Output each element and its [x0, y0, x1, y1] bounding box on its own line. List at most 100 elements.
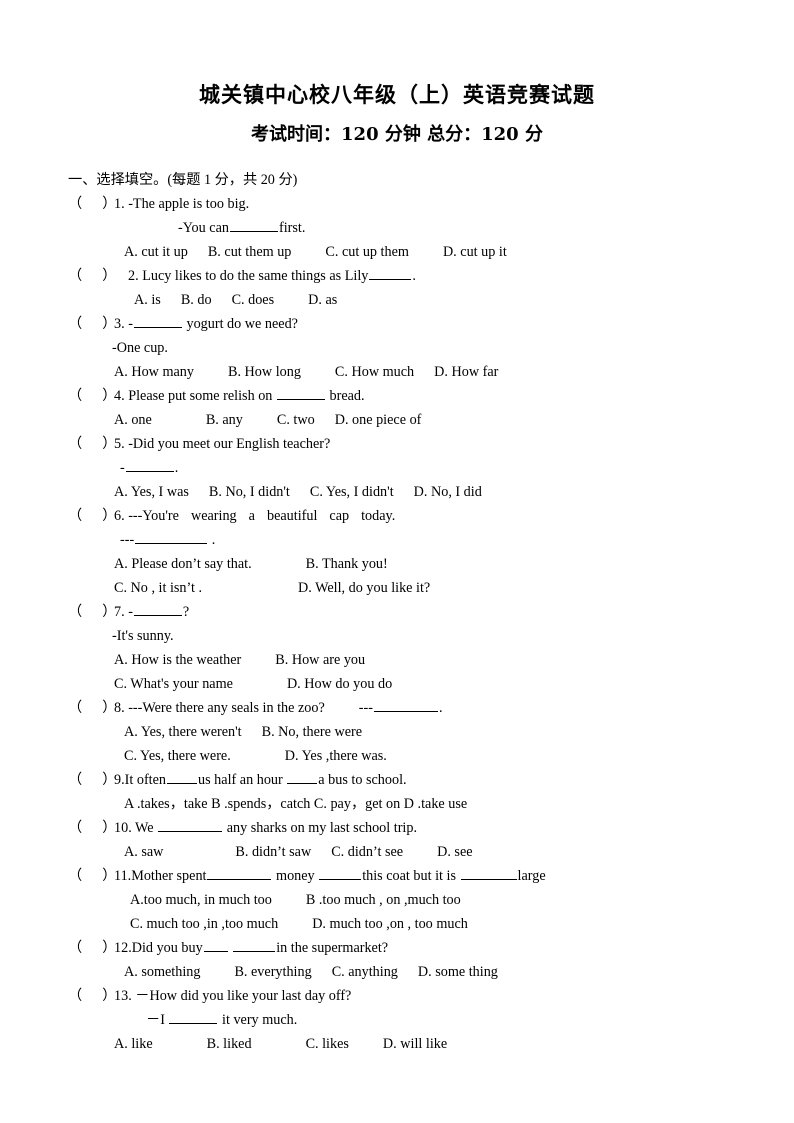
option-a[interactable]: A. cut it up: [124, 244, 188, 260]
option-a[interactable]: A. saw: [124, 844, 163, 860]
blank-field[interactable]: [229, 218, 278, 232]
question-8-options-cd: C. Yes, there were. D. Yes ,there was.: [68, 744, 738, 768]
option-b[interactable]: B. do: [181, 292, 212, 308]
option-a[interactable]: A. How is the weather: [114, 652, 241, 668]
blank-field[interactable]: [133, 602, 182, 616]
blank-field[interactable]: [319, 866, 362, 880]
option-d[interactable]: D. will like: [383, 1036, 447, 1052]
blank-field[interactable]: [276, 386, 325, 400]
answer-bracket-5[interactable]: （）: [68, 432, 116, 456]
option-c[interactable]: C. No , it isn’t .: [114, 580, 202, 596]
option-a[interactable]: A. Yes, there weren't: [124, 724, 242, 740]
question-7-number: 7.: [114, 604, 125, 620]
option-a[interactable]: A. like: [114, 1036, 153, 1052]
option-a[interactable]: A. one: [114, 412, 152, 428]
option-a[interactable]: A. is: [134, 292, 161, 308]
blank-field[interactable]: [460, 866, 517, 880]
answer-bracket-6[interactable]: （）: [68, 504, 116, 528]
option-b[interactable]: B. No, I didn't: [209, 484, 290, 500]
answer-bracket-3[interactable]: （）: [68, 312, 116, 336]
option-a[interactable]: A.too much, in much too: [130, 892, 272, 908]
answer-bracket-7[interactable]: （）: [68, 600, 116, 624]
blank-field[interactable]: [207, 866, 272, 880]
option-c[interactable]: C. two: [277, 412, 315, 428]
option-b[interactable]: B. How are you: [275, 652, 365, 668]
option-b[interactable]: B. didn’t saw: [235, 844, 311, 860]
blank-field[interactable]: [287, 770, 318, 784]
answer-bracket-10[interactable]: （）: [68, 816, 116, 840]
answer-bracket-2[interactable]: （）: [68, 264, 116, 288]
option-d[interactable]: D. much too ,on , too much: [312, 916, 468, 932]
option-a[interactable]: A. Please don’t say that.: [114, 556, 252, 572]
blank-field[interactable]: [167, 770, 198, 784]
question-8-text-c: .: [438, 700, 443, 716]
option-a[interactable]: A. Yes, I was: [114, 484, 189, 500]
question-7-text: -: [128, 604, 133, 620]
answer-bracket-4[interactable]: （）: [68, 384, 116, 408]
option-d[interactable]: D. as: [308, 292, 337, 308]
blank-field[interactable]: [373, 698, 438, 712]
question-9-stem: （）9.It often us half an hour a bus to sch…: [68, 768, 738, 792]
option-d[interactable]: D. No, I did: [414, 484, 482, 500]
option-c[interactable]: C. likes: [306, 1036, 349, 1052]
option-c[interactable]: C. didn’t see: [331, 844, 403, 860]
option-c[interactable]: C. Yes, there were.: [124, 748, 231, 764]
blank-field[interactable]: [203, 938, 228, 952]
question-4-number: 4.: [114, 388, 125, 404]
option-b[interactable]: B. No, there were: [262, 724, 362, 740]
option-b[interactable]: B. cut them up: [208, 244, 292, 260]
section-heading: 一、选择填空。(每题 1 分，共 20 分): [68, 172, 298, 188]
option-c[interactable]: C. Yes, I didn't: [310, 484, 394, 500]
exam-subtitle: 考试时间：120 分钟 总分：120 分: [251, 124, 543, 145]
blank-field[interactable]: [158, 818, 223, 832]
question-6-text: a: [248, 508, 255, 524]
blank-field[interactable]: [169, 1010, 218, 1024]
option-b[interactable]: B. Thank you!: [306, 556, 388, 572]
question-5-stem: （）5. -Did you meet our English teacher?: [68, 432, 738, 456]
blank-field[interactable]: [135, 530, 208, 544]
answer-bracket-8[interactable]: （）: [68, 696, 116, 720]
option-c[interactable]: C. does: [232, 292, 275, 308]
option-d[interactable]: D. How do you do: [287, 676, 392, 692]
blank-field[interactable]: [133, 314, 182, 328]
answer-bracket-9[interactable]: （）: [68, 768, 116, 792]
question-3-text-c: -One cup.: [112, 340, 168, 356]
question-11-options-cd: C. much too ,in ,too much D. much too ,on…: [68, 912, 738, 936]
option-c[interactable]: C. How much: [335, 364, 414, 380]
option-d[interactable]: D. some thing: [418, 964, 498, 980]
option-c[interactable]: C. anything: [332, 964, 398, 980]
answer-bracket-1[interactable]: （）: [68, 192, 116, 216]
question-1-text-b: -You can: [178, 220, 229, 236]
option-b[interactable]: B. any: [206, 412, 243, 428]
option-c[interactable]: C. What's your name: [114, 676, 233, 692]
option-d[interactable]: D. see: [437, 844, 472, 860]
question-9-text-c: a bus to school.: [318, 772, 407, 788]
option-b[interactable]: B. How long: [228, 364, 301, 380]
question-3-text-b: yogurt do we need?: [186, 316, 298, 332]
question-5-options: A. Yes, I was B. No, I didn't C. Yes, I di…: [68, 480, 738, 504]
option-a[interactable]: A. something: [124, 964, 200, 980]
answer-bracket-12[interactable]: （）: [68, 936, 116, 960]
option-b[interactable]: B. everything: [234, 964, 311, 980]
option-line[interactable]: A .takes，take B .spends，catch C. pay，get…: [124, 796, 467, 812]
question-11-text: Mother spent: [131, 868, 207, 884]
answer-bracket-13[interactable]: （）: [68, 984, 116, 1008]
answer-bracket-11[interactable]: （）: [68, 864, 116, 888]
option-b[interactable]: B .too much , on ,much too: [306, 892, 461, 908]
question-2-options: A. is B. do C. does D. as: [68, 288, 738, 312]
option-c[interactable]: C. much too ,in ,too much: [130, 916, 278, 932]
question-11-text-c: this coat but it is: [362, 868, 456, 884]
option-d[interactable]: D. Yes ,there was.: [285, 748, 387, 764]
option-d[interactable]: D. How far: [434, 364, 498, 380]
option-d[interactable]: D. cut up it: [443, 244, 507, 260]
option-a[interactable]: A. How many: [114, 364, 194, 380]
blank-field[interactable]: [233, 938, 276, 952]
option-c[interactable]: C. cut up them: [325, 244, 409, 260]
option-b[interactable]: B. liked: [207, 1036, 252, 1052]
blank-field[interactable]: [369, 266, 412, 280]
exam-page: 城关镇中心校八年级（上）英语竞赛试题 考试时间：120 分钟 总分：120 分 …: [0, 0, 794, 1123]
blank-field[interactable]: [125, 458, 174, 472]
option-d[interactable]: D. Well, do you like it?: [298, 580, 430, 596]
question-5-stem-line2: -.: [68, 456, 738, 480]
option-d[interactable]: D. one piece of: [335, 412, 422, 428]
